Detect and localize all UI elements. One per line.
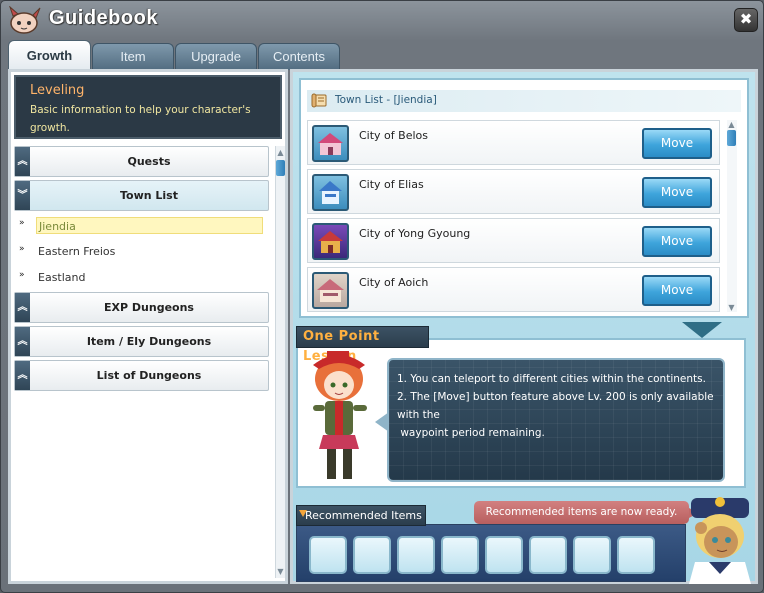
menu-item-label: Town List <box>119 189 178 202</box>
recommended-notice: Recommended items are now ready. <box>474 501 698 524</box>
town-list-box: Town List - [Jiendia] City of Belos Move… <box>299 78 749 318</box>
bullet-icon: » <box>19 270 25 280</box>
move-button[interactable]: Move <box>642 275 712 306</box>
menu-item-label: EXP Dungeons <box>104 301 194 314</box>
move-button[interactable]: Move <box>642 177 712 208</box>
guide-boy-illustration <box>689 497 751 584</box>
menu-item-town-list[interactable]: ︾ Town List <box>14 180 269 211</box>
menu-item-label: List of Dungeons <box>96 369 202 382</box>
tab-contents[interactable]: Contents <box>258 43 340 70</box>
recommended-item-slot[interactable] <box>485 536 523 574</box>
info-title: Leveling <box>30 83 85 98</box>
recommended-item-slot[interactable] <box>529 536 567 574</box>
move-button[interactable]: Move <box>642 226 712 257</box>
info-description: Basic information to help your character… <box>30 104 251 134</box>
chevron-up-icon: ︽ <box>15 327 30 356</box>
town-row: City of Aoich Move <box>307 267 720 312</box>
town-name: City of Aoich <box>359 276 429 289</box>
bullet-icon: » <box>19 218 25 228</box>
scroll-up-icon[interactable]: ▲ <box>276 148 285 157</box>
town-scroll-thumb[interactable] <box>727 130 736 146</box>
close-icon: ✖ <box>739 10 753 28</box>
bullet-icon: » <box>19 244 25 254</box>
town-row: City of Elias Move <box>307 169 720 214</box>
title-bar[interactable]: Guidebook ✖ <box>1 1 763 41</box>
info-box: Leveling Basic information to help your … <box>14 75 282 139</box>
lesson-title: One Point Lesson <box>296 326 429 364</box>
guidebook-window: Guidebook ✖ Growth Item Upgrade Contents… <box>0 0 764 593</box>
sub-item-label: Eastland <box>38 271 86 284</box>
recommended-item-slot[interactable] <box>309 536 347 574</box>
left-panel: Leveling Basic information to help your … <box>8 69 288 584</box>
town-name: City of Yong Gyoung <box>359 227 471 240</box>
lesson-notch-decoration <box>682 322 722 338</box>
town-thumbnail <box>312 174 349 211</box>
tab-item[interactable]: Item <box>92 43 174 70</box>
town-thumbnail <box>312 272 349 309</box>
sub-item-label: Eastern Freios <box>38 245 116 258</box>
tab-growth[interactable]: Growth <box>8 40 91 71</box>
chevron-up-icon: ︽ <box>15 361 30 390</box>
recommended-item-slot[interactable] <box>441 536 479 574</box>
right-panel: Town List - [Jiendia] City of Belos Move… <box>290 69 758 584</box>
menu-item-item-ely-dungeons[interactable]: ︽ Item / Ely Dungeons <box>14 326 269 357</box>
recommended-item-slot[interactable] <box>573 536 611 574</box>
move-button[interactable]: Move <box>642 128 712 159</box>
left-scroll-thumb[interactable] <box>276 160 285 176</box>
window-title: Guidebook <box>49 7 158 29</box>
menu-item-label: Quests <box>127 155 171 168</box>
close-button[interactable]: ✖ <box>734 8 758 32</box>
town-name: City of Elias <box>359 178 424 191</box>
menu-item-list-of-dungeons[interactable]: ︽ List of Dungeons <box>14 360 269 391</box>
lesson-line-2: 2. The [Move] button feature above Lv. 2… <box>397 391 714 421</box>
recommended-item-slot[interactable] <box>353 536 391 574</box>
chevron-up-icon: ︽ <box>15 293 30 322</box>
recommended-items-title: Recommended Items <box>296 505 426 526</box>
recommended-item-slot[interactable] <box>617 536 655 574</box>
sub-item-label: Jiendia <box>36 217 263 234</box>
menu-item-exp-dungeons[interactable]: ︽ EXP Dungeons <box>14 292 269 323</box>
chevron-up-icon: ︽ <box>15 147 30 176</box>
sub-item-eastern-freios[interactable]: » Eastern Freios <box>19 243 269 261</box>
town-list-title: Town List - [Jiendia] <box>335 94 437 106</box>
scroll-up-icon[interactable]: ▲ <box>727 120 736 129</box>
town-row: City of Yong Gyoung Move <box>307 218 720 263</box>
scroll-icon <box>311 93 327 108</box>
town-row: City of Belos Move <box>307 120 720 165</box>
scroll-down-icon[interactable]: ▼ <box>276 567 285 576</box>
lesson-line-3: waypoint period remaining. <box>397 427 545 439</box>
scroll-down-icon[interactable]: ▼ <box>727 303 736 312</box>
town-thumbnail <box>312 223 349 260</box>
menu-item-quests[interactable]: ︽ Quests <box>14 146 269 177</box>
lesson-text-bubble: 1. You can teleport to different cities … <box>387 358 725 482</box>
town-list-header: Town List - [Jiendia] <box>307 90 741 112</box>
tab-upgrade[interactable]: Upgrade <box>175 43 257 70</box>
chevron-down-icon: ︾ <box>15 181 30 210</box>
recommended-item-slot[interactable] <box>397 536 435 574</box>
town-thumbnail <box>312 125 349 162</box>
sub-item-jiendia[interactable]: » Jiendia <box>19 217 269 235</box>
lesson-line-1: 1. You can teleport to different cities … <box>397 373 706 385</box>
sub-item-eastland[interactable]: » Eastland <box>19 269 269 287</box>
left-scrollbar[interactable]: ▲ ▼ <box>275 146 285 578</box>
bunny-character-icon <box>9 6 41 34</box>
town-scrollbar[interactable]: ▲ ▼ <box>727 120 737 312</box>
town-name: City of Belos <box>359 129 428 142</box>
guide-girl-illustration <box>313 351 367 479</box>
menu-item-label: Item / Ely Dungeons <box>86 335 212 348</box>
